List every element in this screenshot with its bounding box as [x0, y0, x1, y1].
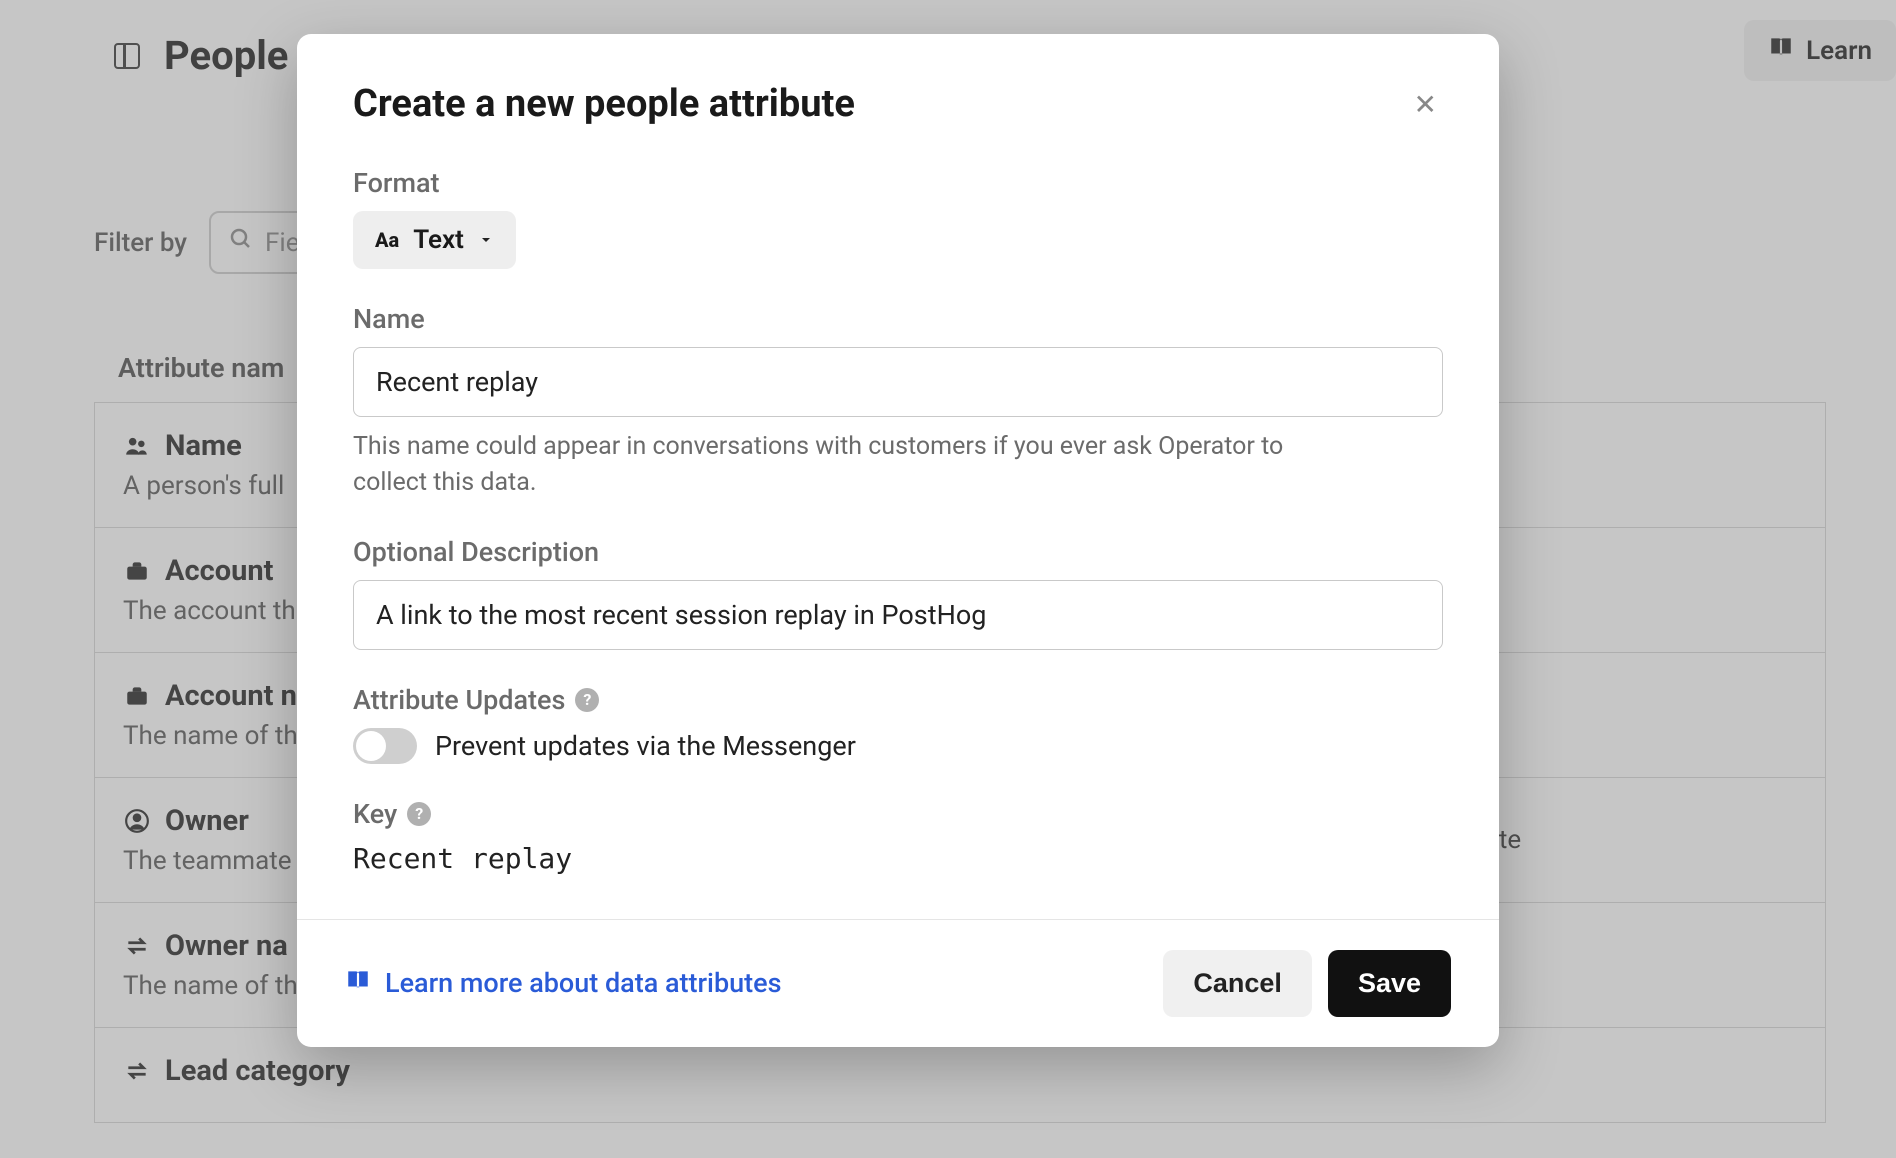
modal-body: Format Aa Text Name This name could appe… — [297, 139, 1499, 919]
toggle-knob — [356, 731, 386, 761]
name-field: Name This name could appear in conversat… — [353, 303, 1443, 502]
footer-actions: Cancel Save — [1163, 950, 1451, 1017]
help-icon[interactable]: ? — [575, 688, 599, 712]
help-icon[interactable]: ? — [407, 802, 431, 826]
cancel-button[interactable]: Cancel — [1163, 950, 1312, 1017]
book-icon — [345, 967, 371, 1000]
save-button[interactable]: Save — [1328, 950, 1451, 1017]
description-input[interactable] — [353, 580, 1443, 650]
text-format-icon: Aa — [375, 228, 399, 252]
learn-more-link[interactable]: Learn more about data attributes — [345, 967, 781, 1000]
modal-header: Create a new people attribute ✕ — [297, 34, 1499, 139]
name-label: Name — [353, 303, 1443, 335]
modal-title: Create a new people attribute — [353, 82, 855, 126]
format-label: Format — [353, 167, 1443, 199]
close-button[interactable]: ✕ — [1408, 82, 1443, 127]
name-hint: This name could appear in conversations … — [353, 429, 1353, 502]
close-icon: ✕ — [1414, 89, 1437, 120]
description-label: Optional Description — [353, 536, 1443, 568]
key-label: Key ? — [353, 798, 1443, 830]
updates-field: Attribute Updates ? Prevent updates via … — [353, 684, 1443, 764]
prevent-updates-toggle[interactable] — [353, 728, 417, 764]
create-attribute-modal: Create a new people attribute ✕ Format A… — [297, 34, 1499, 1047]
learn-more-label: Learn more about data attributes — [385, 967, 781, 999]
description-field: Optional Description — [353, 536, 1443, 650]
toggle-label: Prevent updates via the Messenger — [435, 730, 856, 762]
format-dropdown[interactable]: Aa Text — [353, 211, 516, 269]
updates-label: Attribute Updates ? — [353, 684, 1443, 716]
format-value: Text — [413, 225, 464, 255]
updates-toggle-row: Prevent updates via the Messenger — [353, 728, 1443, 764]
key-field: Key ? Recent replay — [353, 798, 1443, 875]
key-value: Recent replay — [353, 842, 1443, 875]
name-input[interactable] — [353, 347, 1443, 417]
format-field: Format Aa Text — [353, 167, 1443, 269]
modal-footer: Learn more about data attributes Cancel … — [297, 919, 1499, 1047]
chevron-down-icon — [478, 225, 494, 255]
